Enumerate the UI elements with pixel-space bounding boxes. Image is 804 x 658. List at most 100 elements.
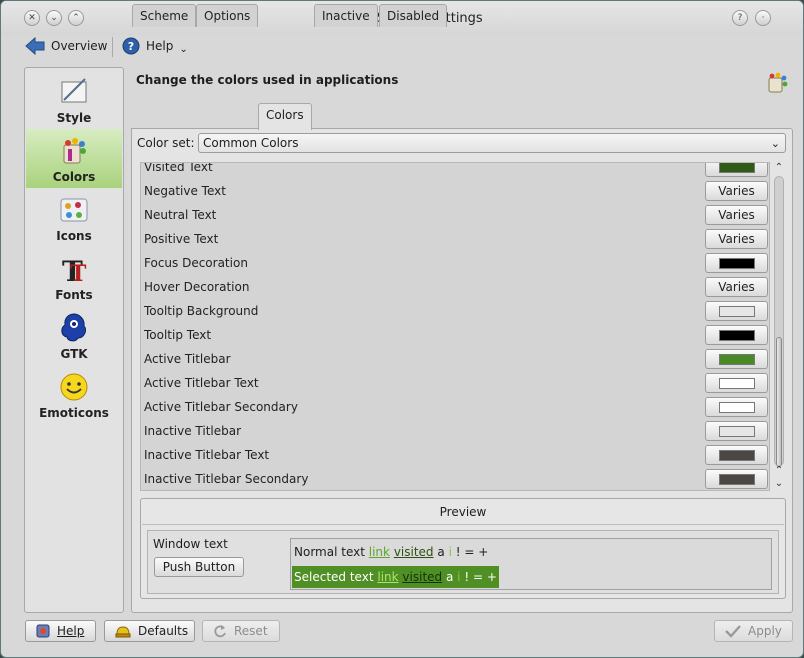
varies-button[interactable]: Varies: [705, 277, 768, 297]
preview-selected-line: Selected text link visited a i ! = +: [292, 566, 499, 588]
color-role-name: Focus Decoration: [144, 256, 248, 270]
color-role-list[interactable]: Visited Text Negative Text Varies Neutral T…: [140, 162, 770, 491]
color-role-row[interactable]: Inactive Titlebar Secondary: [141, 468, 769, 490]
reset-button-label: Reset: [234, 624, 268, 638]
apply-button[interactable]: Apply: [714, 620, 793, 642]
icons-icon: [60, 198, 88, 222]
color-swatch-button[interactable]: [705, 163, 768, 177]
tab-disabled[interactable]: Disabled: [379, 4, 448, 27]
reset-icon: [214, 625, 226, 638]
reset-button[interactable]: Reset: [202, 620, 280, 642]
preview-push-button[interactable]: Push Button: [154, 557, 244, 577]
color-swatch-button[interactable]: [705, 469, 768, 489]
color-role-name: Neutral Text: [144, 208, 217, 222]
help-button[interactable]: Help: [25, 620, 96, 642]
color-swatch-button[interactable]: [705, 373, 768, 393]
help-button-label: Help: [57, 624, 85, 638]
color-role-row[interactable]: Inactive Titlebar Text: [141, 444, 769, 468]
color-set-label: Color set:: [137, 136, 195, 150]
color-set-select[interactable]: Common Colors ⌄: [198, 133, 786, 153]
preview-group: Preview Window text Push Button Normal t…: [140, 498, 786, 599]
toolbar: Overview ? Help ⌄: [1, 34, 803, 60]
colors-icon: [63, 138, 86, 164]
color-role-name: Inactive Titlebar Secondary: [144, 472, 309, 486]
color-palette-icon: [768, 72, 788, 93]
sidebar-label-gtk: GTK: [60, 347, 88, 361]
sidebar-item-icons[interactable]: Icons: [26, 188, 122, 247]
color-set-value: Common Colors: [203, 136, 299, 150]
sidebar-item-style[interactable]: Style: [26, 70, 122, 129]
color-role-row[interactable]: Inactive Titlebar: [141, 420, 769, 444]
color-swatch-button[interactable]: [705, 349, 768, 369]
sidebar-item-colors[interactable]: Colors: [26, 129, 122, 188]
color-role-name: Inactive Titlebar: [144, 424, 242, 438]
chevron-down-icon: ⌄: [179, 43, 188, 55]
context-help-button[interactable]: ?: [732, 10, 748, 26]
color-role-row[interactable]: Tooltip Text: [141, 324, 769, 348]
emoticons-icon: [60, 373, 88, 401]
color-role-name: Negative Text: [144, 184, 226, 198]
sidebar-label-emoticons: Emoticons: [39, 406, 109, 420]
normal-text: Normal text: [294, 545, 365, 559]
chevron-down-icon: ⌄: [770, 137, 780, 150]
preview-view-area: Normal text link visited a i ! = + Selec…: [290, 538, 772, 590]
scroll-handle[interactable]: [776, 337, 782, 467]
color-role-row[interactable]: Tooltip Background: [141, 300, 769, 324]
color-role-name: Hover Decoration: [144, 280, 250, 294]
page-heading: Change the colors used in applications: [136, 73, 399, 87]
preview-window: Window text Push Button Normal text link…: [147, 530, 779, 594]
color-swatch-button[interactable]: [705, 445, 768, 465]
color-swatch-button[interactable]: [705, 301, 768, 321]
shade-window-button[interactable]: ·: [755, 10, 771, 26]
help-book-icon: [36, 624, 50, 638]
color-role-row[interactable]: Hover Decoration Varies: [141, 276, 769, 300]
scroll-down-arrow[interactable]: ⌄: [771, 478, 787, 490]
tab-options[interactable]: Options: [196, 4, 259, 27]
color-swatch: [719, 474, 755, 485]
overview-button[interactable]: Overview: [25, 35, 108, 57]
preview-selected-tail: a: [445, 570, 454, 584]
scroll-up-arrow-lower[interactable]: ⌃: [771, 465, 787, 477]
color-role-row[interactable]: Active Titlebar Secondary: [141, 396, 769, 420]
color-swatch-button[interactable]: [705, 397, 768, 417]
varies-button[interactable]: Varies: [705, 181, 768, 201]
color-swatch-button[interactable]: [705, 421, 768, 441]
tab-colors[interactable]: Colors: [258, 103, 312, 130]
color-role-name: Active Titlebar Secondary: [144, 400, 298, 414]
color-role-row[interactable]: Active Titlebar Text: [141, 372, 769, 396]
scroll-track[interactable]: [774, 176, 784, 467]
color-role-row[interactable]: Positive Text Varies: [141, 228, 769, 252]
sidebar-item-gtk[interactable]: GTK: [26, 306, 122, 365]
color-role-row[interactable]: Negative Text Varies: [141, 180, 769, 204]
varies-button[interactable]: Varies: [705, 205, 768, 225]
color-role-name: Tooltip Background: [144, 304, 259, 318]
preview-visited-link[interactable]: visited: [394, 545, 434, 559]
tab-scheme[interactable]: Scheme: [132, 4, 197, 27]
color-swatch-button[interactable]: [705, 253, 768, 273]
color-role-row[interactable]: Visited Text: [141, 163, 769, 180]
system-settings-window: ✕ ⌄ ⌃ Colors – System Settings ? · Overv…: [0, 0, 804, 658]
color-swatch: [719, 378, 755, 389]
color-role-row[interactable]: Neutral Text Varies: [141, 204, 769, 228]
sidebar-item-emoticons[interactable]: Emoticons: [26, 365, 122, 424]
color-role-row[interactable]: Active Titlebar: [141, 348, 769, 372]
preview-window-text: Window text: [153, 537, 228, 551]
color-swatch: [719, 450, 755, 461]
tab-inactive[interactable]: Inactive: [314, 4, 378, 27]
color-swatch: [719, 426, 755, 437]
list-scrollbar[interactable]: ⌃ ⌃ ⌄: [771, 162, 787, 491]
preview-link[interactable]: link: [369, 545, 390, 559]
preview-selected-link[interactable]: link: [377, 570, 398, 584]
scroll-up-arrow[interactable]: ⌃: [771, 162, 787, 174]
tab-label: Colors: [266, 108, 304, 122]
help-menu-button[interactable]: ? Help ⌄: [122, 35, 188, 57]
sidebar-item-fonts[interactable]: T T Fonts: [26, 247, 122, 306]
preview-selected-visited[interactable]: visited: [402, 570, 442, 584]
varies-button[interactable]: Varies: [705, 229, 768, 249]
preview-divider: [142, 524, 784, 525]
color-role-row[interactable]: Focus Decoration: [141, 252, 769, 276]
color-swatch-button[interactable]: [705, 325, 768, 345]
color-swatch: [719, 258, 755, 269]
color-swatch: [719, 354, 755, 365]
defaults-button[interactable]: Defaults: [104, 620, 195, 642]
